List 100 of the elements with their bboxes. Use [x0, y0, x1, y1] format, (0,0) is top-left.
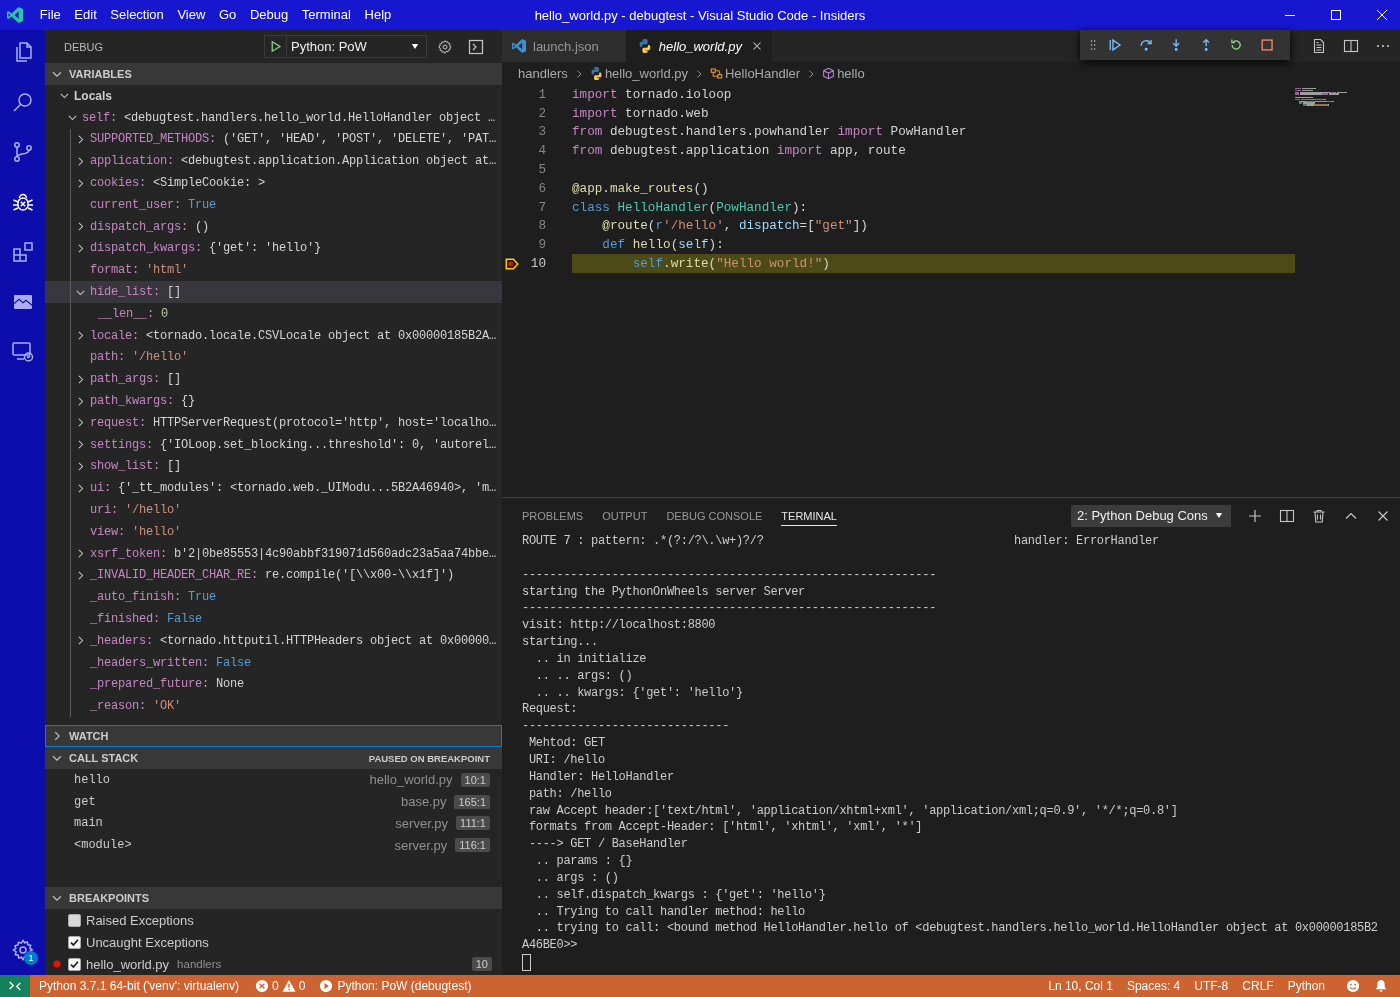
checkbox[interactable] [68, 913, 81, 927]
close-icon[interactable] [1377, 10, 1387, 20]
code-line: class HelloHandler(PowHandler): [572, 199, 808, 215]
variable-name: _headers: [90, 633, 153, 648]
smiley-icon[interactable] [1346, 979, 1360, 993]
menu-item[interactable]: Edit [67, 0, 104, 30]
language-status[interactable]: Python [1280, 979, 1332, 993]
terminal-line: ------------------------------------------------------------ [522, 567, 937, 582]
gear-icon[interactable] [437, 38, 453, 55]
variable-name: settings: [90, 437, 153, 452]
warning-icon[interactable] [281, 979, 296, 993]
monitor-icon[interactable] [10, 340, 35, 364]
frame-name[interactable]: main [74, 816, 103, 831]
menu-item[interactable]: Help [357, 0, 399, 30]
python-file-icon [589, 67, 603, 80]
cursor-position-status[interactable]: Ln 10, Col 1 [1041, 979, 1120, 993]
section-header[interactable]: CALL STACK PAUSED ON BREAKPOINT [45, 747, 502, 769]
terminal-line: A46BE0>> [522, 938, 578, 953]
restart-icon[interactable] [1229, 37, 1244, 53]
panel-tab[interactable]: OUTPUT [602, 505, 648, 526]
terminal-line: handler: ErrorHandler [1014, 533, 1159, 550]
frame-name[interactable]: get [74, 794, 96, 809]
terminal-line: formats from Accept-Header: ['html', 'xhtml', 'xml', '*'] [527, 820, 923, 835]
code-line: import tornado.ioloop [572, 86, 732, 102]
terminal-line: .. .. kwargs: {'get': 'hello'} [534, 685, 743, 700]
panel-tab[interactable]: DEBUG CONSOLE [666, 505, 763, 526]
variable-value: re.compile('[\\x00-\\x1f]') [265, 568, 455, 583]
variable-name: _headers_written: [90, 655, 210, 670]
menu-item[interactable]: Go [212, 0, 244, 30]
line-number: 2 [537, 105, 546, 121]
interpreter-status[interactable]: Python 3.7.1 64-bit ('venv': virtualenv) [30, 979, 246, 993]
stop-icon[interactable] [1259, 37, 1275, 53]
python-file-icon [637, 39, 652, 53]
variable-name: SUPPORTED_METHODS: [90, 132, 217, 147]
checkbox[interactable] [68, 935, 81, 949]
breakpoint-label: hello_world.py [86, 956, 170, 972]
drag-handle-icon[interactable] [1090, 38, 1097, 52]
breadcrumb-item[interactable]: handlers [518, 66, 568, 81]
line-number: 1 [537, 86, 546, 102]
breadcrumb-item[interactable]: hello_world.py [604, 66, 688, 81]
error-icon[interactable] [255, 979, 269, 993]
indentation-status[interactable]: Spaces: 4 [1119, 979, 1188, 993]
menu-item[interactable]: Terminal [295, 0, 358, 30]
extensions-icon[interactable] [10, 240, 35, 264]
variable-value: True [188, 590, 217, 605]
breakpoint-icon[interactable] [53, 960, 61, 968]
line-ending-status[interactable]: CRLF [1235, 979, 1281, 993]
warning-count[interactable]: 0 [298, 979, 306, 993]
variable-name: path_args: [90, 372, 160, 387]
split-terminal-icon[interactable] [1279, 507, 1295, 524]
panel-tab[interactable]: PROBLEMS [522, 505, 584, 526]
debug-session-status[interactable]: Python: PoW (debugtest) [312, 979, 479, 993]
terminal-dropdown[interactable]: 2: Python Debug Cons [1071, 504, 1231, 527]
section-header[interactable]: WATCH [45, 725, 502, 747]
panel-tab[interactable]: TERMINAL [781, 505, 837, 526]
variable-value: <tornado.httputil.HTTPHeaders object at 0x00000… [160, 633, 497, 648]
code-line: self.write("Hello world!") [631, 256, 830, 272]
encoding-status[interactable]: UTF-8 [1187, 979, 1236, 993]
plus-icon[interactable] [1247, 507, 1263, 524]
terminal-line: raw Accept header:['text/html', 'application/xhtml+xml', 'application/xml;q=0.9', '*/*;q=0.8'] [527, 803, 1178, 818]
error-count[interactable]: 0 [272, 979, 279, 993]
code-line: def hello(self): [601, 237, 724, 253]
tree-row[interactable]: Locals [45, 85, 502, 107]
gear-icon[interactable] [10, 938, 35, 962]
variable-name: path_kwargs: [90, 394, 174, 409]
remote-button[interactable] [0, 975, 30, 997]
checkbox[interactable] [68, 957, 81, 971]
start-debugging-button[interactable] [264, 35, 286, 58]
variable-name: dispatch_args: [90, 219, 189, 234]
variable-name: _finished: [90, 612, 160, 626]
breadcrumb-item[interactable]: HelloHandler [725, 66, 801, 81]
breadcrumb-item[interactable]: hello [837, 66, 865, 81]
variable-value: 'hello' [132, 524, 182, 539]
launch-config-dropdown[interactable]: Python: PoW [286, 35, 427, 58]
bell-icon[interactable] [1374, 979, 1388, 993]
menu-item[interactable]: Debug [243, 0, 295, 30]
split-editor-icon[interactable] [1343, 38, 1359, 54]
section-header[interactable]: VARIABLES [45, 63, 502, 85]
variable-name: hide_list: [90, 285, 160, 300]
section-header[interactable]: BREAKPOINTS [45, 887, 502, 909]
step-over-icon[interactable] [1138, 37, 1153, 53]
window-title: hello_world.py - debugtest - Visual Studio Code - Insiders [534, 7, 866, 23]
continue-icon[interactable] [1108, 37, 1123, 53]
menu-item[interactable]: View [170, 0, 213, 30]
code-line: from debugtest.handlers.powhandler import PowHandler [572, 124, 967, 140]
variable-value: [] [167, 459, 182, 474]
trash-icon[interactable] [1311, 507, 1327, 524]
editor-tab[interactable]: launch.json [502, 30, 626, 62]
frame-name[interactable]: hello [74, 772, 110, 787]
menu-item[interactable]: File [33, 0, 68, 30]
pause-status: PAUSED ON BREAKPOINT [368, 752, 490, 764]
document-icon[interactable] [1311, 38, 1327, 54]
variable-name: _INVALID_HEADER_CHAR_RE: [90, 568, 259, 583]
console-icon[interactable] [468, 38, 484, 55]
editor-tab[interactable]: hello_world.py [625, 30, 772, 62]
menu-item[interactable]: Selection [103, 0, 171, 30]
maximize-icon[interactable] [1331, 10, 1341, 20]
tree-row[interactable]: self: <debugtest.handlers.hello_world.HelloHandler object … [45, 106, 502, 129]
frame-name[interactable]: <module> [74, 838, 132, 853]
tree-row[interactable]: hide_list: [] [45, 281, 502, 303]
